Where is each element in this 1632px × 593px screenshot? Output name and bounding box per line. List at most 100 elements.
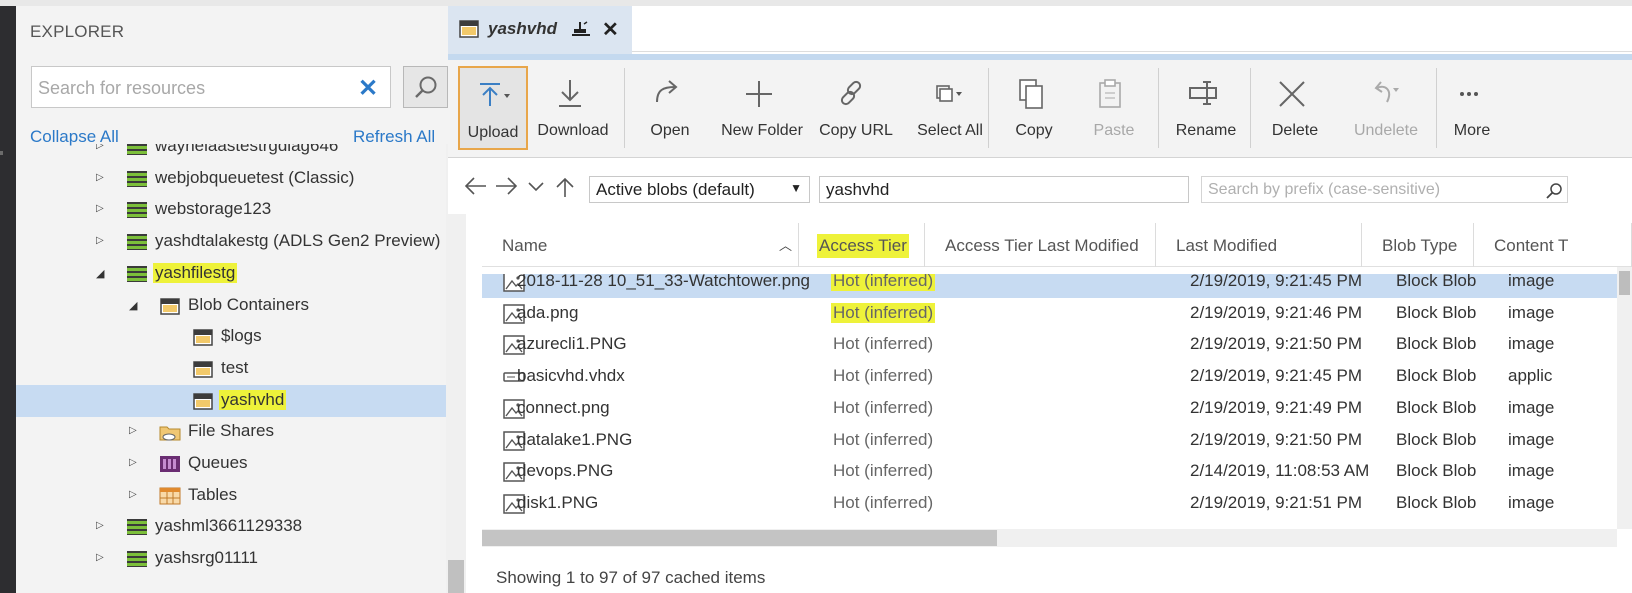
rename-button[interactable]: Rename <box>1166 66 1246 150</box>
prefix-search-input[interactable]: Search by prefix (case-sensitive) <box>1201 176 1568 203</box>
column-header-access-tier[interactable]: Access Tier <box>799 223 925 267</box>
copy-url-button[interactable]: Copy URL <box>812 66 900 150</box>
tab-yashvhd[interactable]: yashvhd ✕ <box>448 6 632 54</box>
upload-button[interactable]: Upload <box>458 66 528 150</box>
toolbar-button-label: Upload <box>467 124 519 141</box>
tree-item[interactable]: $logs <box>16 321 446 353</box>
tree-item[interactable]: ▷ webstorage123 <box>16 194 446 226</box>
storage-account-icon-graphic <box>127 170 147 187</box>
content-type-cell: image <box>1508 461 1555 481</box>
last-modified-cell: 2/19/2019, 9:21:50 PM <box>1190 334 1363 354</box>
blob-name-cell: devops.PNG <box>517 461 614 481</box>
table-row[interactable]: basicvhd.vhdx Hot (inferred) 2/19/2019, 9:… <box>482 361 1617 393</box>
search-button[interactable] <box>403 66 448 108</box>
vertical-scrollbar-thumb[interactable] <box>1619 271 1630 295</box>
collapsed-arrow-icon[interactable]: ▷ <box>96 144 108 154</box>
last-modified-cell: 2/19/2019, 9:21:50 PM <box>1190 429 1363 449</box>
column-header-label: Access Tier Last Modified <box>945 236 1139 255</box>
tree-item[interactable]: ▷ yashml3661129338 <box>16 511 446 543</box>
download-icon-graphic <box>559 80 581 107</box>
table-row[interactable]: disk1.PNG Hot (inferred) 2/19/2019, 9:21:5… <box>482 488 1617 520</box>
download-button[interactable]: Download <box>532 66 614 150</box>
storage-account-icon <box>126 549 148 569</box>
table-row[interactable]: datalake1.PNG Hot (inferred) 2/19/2019, 9:… <box>482 425 1617 457</box>
storage-account-icon-graphic <box>127 551 147 568</box>
back-arrow-icon[interactable] <box>464 176 488 202</box>
open-button[interactable]: Open <box>632 66 708 150</box>
toolbar-button-label: Download <box>537 122 609 139</box>
paste-button[interactable]: Paste <box>1078 66 1150 150</box>
container-icon <box>192 327 214 347</box>
expanded-arrow-icon[interactable]: ◢ <box>129 299 141 313</box>
tree-scrollbar-thumb[interactable] <box>448 560 464 593</box>
table-row[interactable]: devops.PNG Hot (inferred) 2/14/2019, 11:08… <box>482 456 1617 488</box>
tree-item[interactable]: ▷ Queues <box>16 448 446 480</box>
tab-bar-empty <box>630 6 1632 52</box>
horizontal-scrollbar-thumb[interactable] <box>482 530 997 546</box>
collapsed-arrow-icon[interactable]: ▷ <box>96 520 108 534</box>
pin-icon[interactable] <box>571 20 591 42</box>
tree-item[interactable]: yashvhd <box>16 384 446 417</box>
collapsed-arrow-icon[interactable]: ▷ <box>129 425 141 439</box>
resource-search-input[interactable]: Search for resources ✕ <box>31 66 391 108</box>
sort-ascending-icon: ︿ <box>778 238 792 253</box>
undelete-button[interactable]: Undelete <box>1341 66 1431 150</box>
collapsed-arrow-icon[interactable]: ▷ <box>96 235 108 249</box>
column-header-access-tier-last-modified[interactable]: Access Tier Last Modified <box>925 223 1156 267</box>
blob-name-cell: datalake1.PNG <box>517 429 633 449</box>
table-horizontal-scrollbar[interactable] <box>482 529 1617 547</box>
table-row[interactable]: 2018-11-28 10_51_33-Watchtower.png Hot (i… <box>482 274 1617 298</box>
copy-icon <box>1015 78 1053 115</box>
tree-item[interactable]: ▷ waynelaastestrgdiag646 <box>16 144 446 163</box>
tree-item[interactable]: ▷ File Shares <box>16 416 446 448</box>
tree-item[interactable]: ▷ webjobqueuetest (Classic) <box>16 163 446 195</box>
column-header-blob-type[interactable]: Blob Type <box>1362 223 1474 267</box>
tables-icon-graphic <box>159 487 181 505</box>
table-row[interactable]: connect.png Hot (inferred) 2/19/2019, 9:21… <box>482 393 1617 425</box>
close-tab-icon[interactable]: ✕ <box>602 17 619 42</box>
tree-item[interactable]: ◢ Blob Containers <box>16 290 446 322</box>
delete-button[interactable]: Delete <box>1254 66 1336 150</box>
blob-type-cell: Block Blob <box>1396 334 1477 354</box>
column-header-name[interactable]: Name ︿ <box>482 223 799 267</box>
clear-search-icon[interactable]: ✕ <box>358 74 378 103</box>
select-all-button[interactable]: Select All <box>902 66 998 150</box>
column-header-content-t[interactable]: Content T <box>1474 223 1632 267</box>
collapsed-arrow-icon[interactable]: ▷ <box>96 552 108 566</box>
paste-icon <box>1095 78 1133 115</box>
tree-item-label: yashfilestg <box>153 262 238 283</box>
navigation-bar: Active blobs (default) ▼ yashvhd Search … <box>448 158 1632 214</box>
tree-item[interactable]: ▷ Tables <box>16 480 446 512</box>
table-row[interactable]: azurecli1.PNG Hot (inferred) 2/19/2019, 9:… <box>482 329 1617 361</box>
blob-name-cell: 2018-11-28 10_51_33-Watchtower.png <box>517 274 810 290</box>
storage-account-icon <box>126 517 148 537</box>
table-vertical-scrollbar[interactable] <box>1617 267 1632 529</box>
tree-item[interactable]: ◢ yashfilestg <box>16 258 446 290</box>
upload-icon <box>474 80 512 117</box>
collapsed-arrow-icon[interactable]: ▷ <box>96 203 108 217</box>
up-arrow-icon[interactable] <box>554 176 576 204</box>
copy-url-icon <box>837 78 875 115</box>
column-header-last-modified[interactable]: Last Modified <box>1156 223 1362 267</box>
path-input[interactable]: yashvhd <box>819 176 1189 203</box>
open-icon <box>651 78 689 115</box>
collapsed-arrow-icon[interactable]: ▷ <box>96 172 108 186</box>
tree-item[interactable]: ▷ yashdtalakestg (ADLS Gen2 Preview) <box>16 226 446 258</box>
search-icon[interactable] <box>1545 182 1563 200</box>
copy-button[interactable]: Copy <box>1003 66 1065 150</box>
tree-item[interactable]: ▷ yashsrg01111 <box>16 543 446 575</box>
collapsed-arrow-icon[interactable]: ▷ <box>129 457 141 471</box>
tree-item[interactable]: test <box>16 353 446 385</box>
chevron-down-icon: ▼ <box>790 181 802 195</box>
table-row[interactable]: ada.png Hot (inferred) 2/19/2019, 9:21:46 … <box>482 298 1617 330</box>
expanded-arrow-icon[interactable]: ◢ <box>96 267 108 281</box>
new-folder-button[interactable]: New Folder <box>714 66 810 150</box>
forward-arrow-icon[interactable] <box>494 176 518 202</box>
content-type-cell: image <box>1508 334 1555 354</box>
history-dropdown-icon[interactable] <box>526 176 546 202</box>
collapsed-arrow-icon[interactable]: ▷ <box>129 489 141 503</box>
more-button[interactable]: More <box>1438 66 1506 150</box>
column-header-label: Content T <box>1494 236 1569 255</box>
blob-view-dropdown[interactable]: Active blobs (default) ▼ <box>589 176 810 203</box>
blob-table-body: 2018-11-28 10_51_33-Watchtower.png Hot (i… <box>482 274 1617 529</box>
